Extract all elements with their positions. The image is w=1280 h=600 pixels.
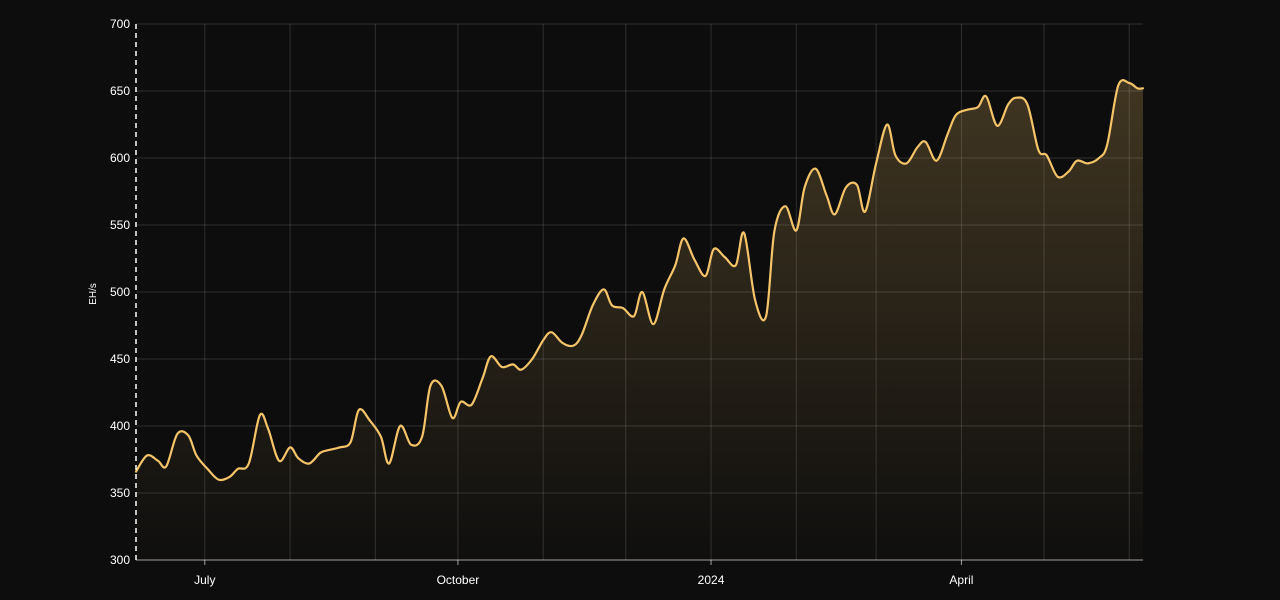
- series-area: [136, 80, 1143, 561]
- y-tick-label: 650: [110, 84, 130, 98]
- y-tick-label: 400: [110, 419, 130, 433]
- y-tick-label: 350: [110, 486, 130, 500]
- y-tick-label: 700: [110, 17, 130, 31]
- x-tick-label: April: [949, 573, 973, 587]
- x-tick-label: July: [194, 573, 215, 587]
- y-tick-label: 500: [110, 285, 130, 299]
- series-area-fill: [136, 80, 1143, 561]
- y-tick-label: 300: [110, 553, 130, 567]
- y-tick-label: 450: [110, 352, 130, 366]
- y-axis-title: EH/s: [88, 283, 99, 305]
- hashrate-chart: 300 350 400 450 500 550 600 650 700 July October 20…: [88, 17, 1145, 587]
- y-tick-label: 550: [110, 218, 130, 232]
- y-tick-label: 600: [110, 151, 130, 165]
- x-tick-label: 2024: [698, 573, 725, 587]
- x-tick-label: October: [437, 573, 480, 587]
